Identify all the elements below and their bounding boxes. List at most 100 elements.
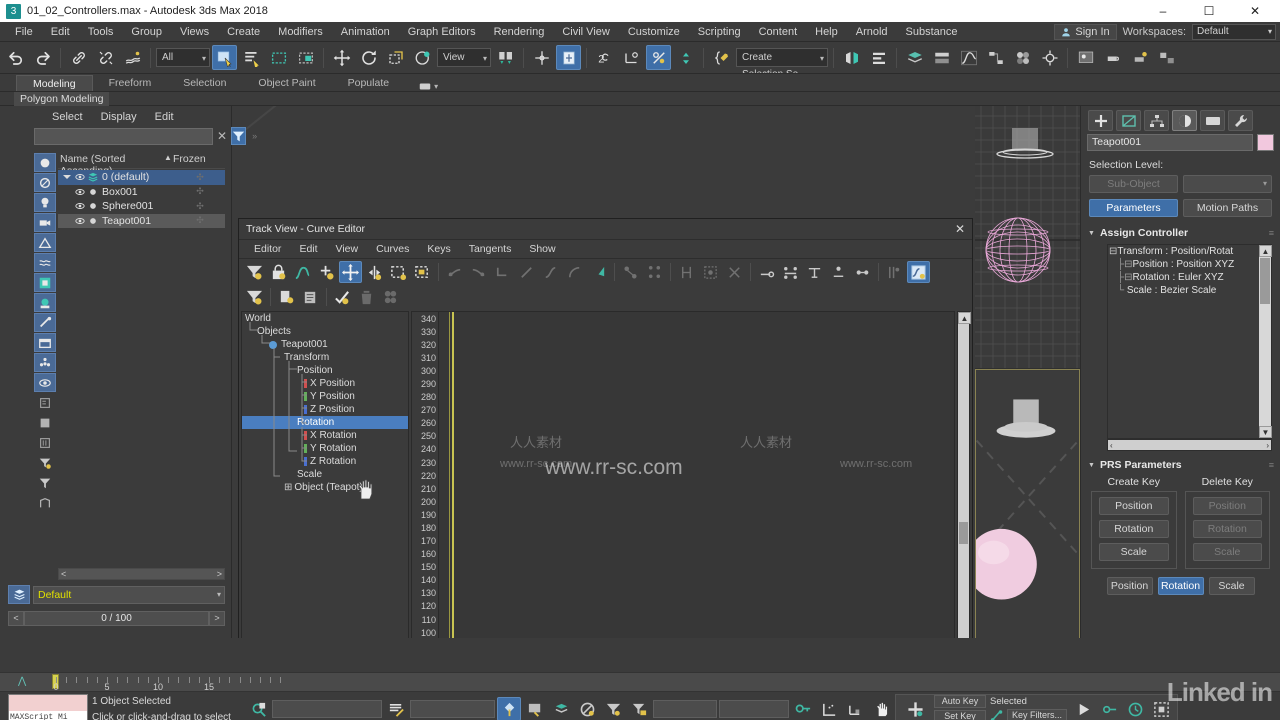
ribbon-toggle-button[interactable] bbox=[929, 45, 954, 70]
material-editor-button[interactable] bbox=[1010, 45, 1035, 70]
filter-particles-icon[interactable] bbox=[34, 353, 56, 372]
motion-paths-button[interactable]: Motion Paths bbox=[1183, 199, 1272, 217]
maximize-button[interactable]: ☐ bbox=[1186, 0, 1232, 22]
command-tab-create[interactable] bbox=[1088, 110, 1113, 131]
ribbon-tab-object-paint[interactable]: Object Paint bbox=[242, 75, 331, 91]
sub-object-button[interactable]: Sub-Object bbox=[1089, 175, 1178, 193]
tangent-slow-button[interactable] bbox=[539, 261, 562, 283]
delete-key-rotation-button[interactable]: Rotation bbox=[1192, 520, 1262, 538]
prs-rotation-button[interactable]: Rotation bbox=[1157, 577, 1204, 595]
adaptive-degradation-button[interactable] bbox=[843, 697, 867, 720]
tv-menu-editor[interactable]: Editor bbox=[245, 240, 290, 259]
key-info-button[interactable] bbox=[791, 697, 815, 720]
mirror-button[interactable] bbox=[839, 45, 864, 70]
tv-node-x-position[interactable]: X Position bbox=[242, 377, 408, 390]
no-filter-button[interactable] bbox=[575, 697, 599, 720]
menu-customize[interactable]: Customize bbox=[619, 22, 689, 42]
frozen-cell[interactable]: ✣ bbox=[175, 172, 225, 183]
viewport-top-wireframe[interactable] bbox=[975, 106, 1080, 368]
edit-named-selection-sets-button[interactable] bbox=[709, 45, 734, 70]
paste-track-button[interactable] bbox=[299, 286, 322, 308]
expand-chevron-icon[interactable]: » bbox=[250, 131, 257, 141]
frozen-cell[interactable]: ✣ bbox=[175, 215, 225, 226]
key-mode-button[interactable] bbox=[1097, 697, 1121, 720]
scene-explorer-menu-edit[interactable]: Edit bbox=[147, 111, 182, 123]
scroll-thumb[interactable] bbox=[959, 522, 968, 544]
tv-menu-edit[interactable]: Edit bbox=[290, 240, 326, 259]
tv-node-world[interactable]: World bbox=[242, 312, 408, 325]
scroll-left-arrow-icon[interactable]: ‹ bbox=[1110, 441, 1113, 450]
controller-item-position[interactable]: ├⊟Position : Position XYZ bbox=[1108, 258, 1271, 271]
lock-tangents-button[interactable] bbox=[675, 261, 698, 283]
tv-node-transform[interactable]: Transform bbox=[242, 351, 408, 364]
bones-icon[interactable] bbox=[990, 709, 1004, 720]
tv-menu-curves[interactable]: Curves bbox=[367, 240, 418, 259]
prev-frame-button[interactable]: < bbox=[8, 611, 24, 626]
redo-button[interactable] bbox=[30, 45, 55, 70]
isolate-selection-button[interactable] bbox=[246, 697, 270, 720]
tv-node-y-position[interactable]: Y Position bbox=[242, 390, 408, 403]
controller-item-rotation[interactable]: ├⊟Rotation : Euler XYZ bbox=[1108, 271, 1271, 284]
visibility-eye-icon[interactable] bbox=[73, 216, 86, 226]
filter-bones-icon[interactable] bbox=[34, 313, 56, 332]
menu-substance[interactable]: Substance bbox=[897, 22, 967, 42]
lock-tangents-toggle-button[interactable] bbox=[803, 261, 826, 283]
sign-in-button[interactable]: Sign In bbox=[1054, 24, 1117, 40]
filter-funnel-gold-icon[interactable] bbox=[34, 453, 56, 472]
viewport-bottom-shaded[interactable] bbox=[975, 369, 1080, 651]
rectangular-selection-region-button[interactable] bbox=[266, 45, 291, 70]
ribbon-display-toggle[interactable]: ▾ bbox=[419, 82, 438, 91]
scale-keys-button[interactable] bbox=[387, 261, 410, 283]
curve-editor-mode-button[interactable] bbox=[907, 261, 930, 283]
filter-containers-icon[interactable] bbox=[34, 333, 56, 352]
menu-modifiers[interactable]: Modifiers bbox=[269, 22, 332, 42]
add-keys-button[interactable] bbox=[315, 261, 338, 283]
menu-tools[interactable]: Tools bbox=[79, 22, 123, 42]
key-mode-toggle-button[interactable] bbox=[497, 697, 521, 720]
column-name[interactable]: Name (Sorted Ascending) bbox=[58, 153, 163, 177]
menu-edit[interactable]: Edit bbox=[42, 22, 79, 42]
snaps-toggle-button[interactable] bbox=[529, 45, 554, 70]
command-tab-hierarchy[interactable] bbox=[1144, 110, 1169, 131]
column-frozen[interactable]: Frozen bbox=[173, 153, 225, 168]
next-frame-button[interactable]: > bbox=[209, 611, 225, 626]
tangent-step-button[interactable] bbox=[491, 261, 514, 283]
tangent-linear-button[interactable] bbox=[515, 261, 538, 283]
tv-menu-view[interactable]: View bbox=[327, 240, 368, 259]
curve-editor-button[interactable] bbox=[956, 45, 981, 70]
angle-snap-toggle-button[interactable] bbox=[556, 45, 581, 70]
create-key-rotation-button[interactable]: Rotation bbox=[1099, 520, 1169, 538]
tv-menu-show[interactable]: Show bbox=[520, 240, 564, 259]
filter-helpers-icon[interactable] bbox=[34, 233, 56, 252]
slide-keys-button[interactable] bbox=[363, 261, 386, 283]
named-selection-set-combo[interactable]: Create Selection Se bbox=[736, 48, 828, 73]
use-pivot-point-center-button[interactable] bbox=[493, 45, 518, 70]
filter-groups-icon[interactable] bbox=[34, 273, 56, 292]
scene-explorer-search-input[interactable] bbox=[34, 127, 213, 145]
assign-controller-button[interactable] bbox=[331, 286, 354, 308]
region-keys-button[interactable] bbox=[699, 261, 722, 283]
controller-list[interactable]: ⊟Transform : Position/Rotat ├⊟Position :… bbox=[1107, 244, 1272, 439]
frozen-cell[interactable]: ✣ bbox=[175, 186, 225, 197]
prs-position-button[interactable]: Position bbox=[1106, 577, 1153, 595]
scene-explorer-row-sphere[interactable]: Sphere001 ✣ bbox=[58, 199, 225, 214]
play-animation-button[interactable] bbox=[1071, 697, 1095, 720]
menu-rendering[interactable]: Rendering bbox=[485, 22, 554, 42]
angle-snap-degrees-button[interactable] bbox=[619, 45, 644, 70]
time-configuration-button[interactable] bbox=[1123, 697, 1147, 720]
tangent-smooth-button[interactable] bbox=[467, 261, 490, 283]
menu-animation[interactable]: Animation bbox=[332, 22, 399, 42]
current-layer-combo[interactable]: Default bbox=[33, 585, 225, 604]
spinner-snap-toggle-button[interactable]: 2 bbox=[592, 45, 617, 70]
menu-civil-view[interactable]: Civil View bbox=[553, 22, 618, 42]
undo-button[interactable] bbox=[3, 45, 28, 70]
object-color-swatch[interactable] bbox=[1257, 134, 1274, 151]
scroll-down-arrow-icon[interactable]: ▼ bbox=[1259, 426, 1272, 438]
collapse-triangle-icon[interactable]: ▼ bbox=[1088, 230, 1095, 237]
auto-key-button[interactable]: Auto Key bbox=[934, 695, 986, 708]
active-shade-button[interactable] bbox=[1154, 45, 1179, 70]
render-setup-button[interactable] bbox=[1037, 45, 1062, 70]
track-bar-key-mode-icon[interactable]: ⋀ bbox=[18, 676, 26, 687]
menu-content[interactable]: Content bbox=[750, 22, 807, 42]
clear-search-icon[interactable]: ✕ bbox=[217, 129, 227, 143]
